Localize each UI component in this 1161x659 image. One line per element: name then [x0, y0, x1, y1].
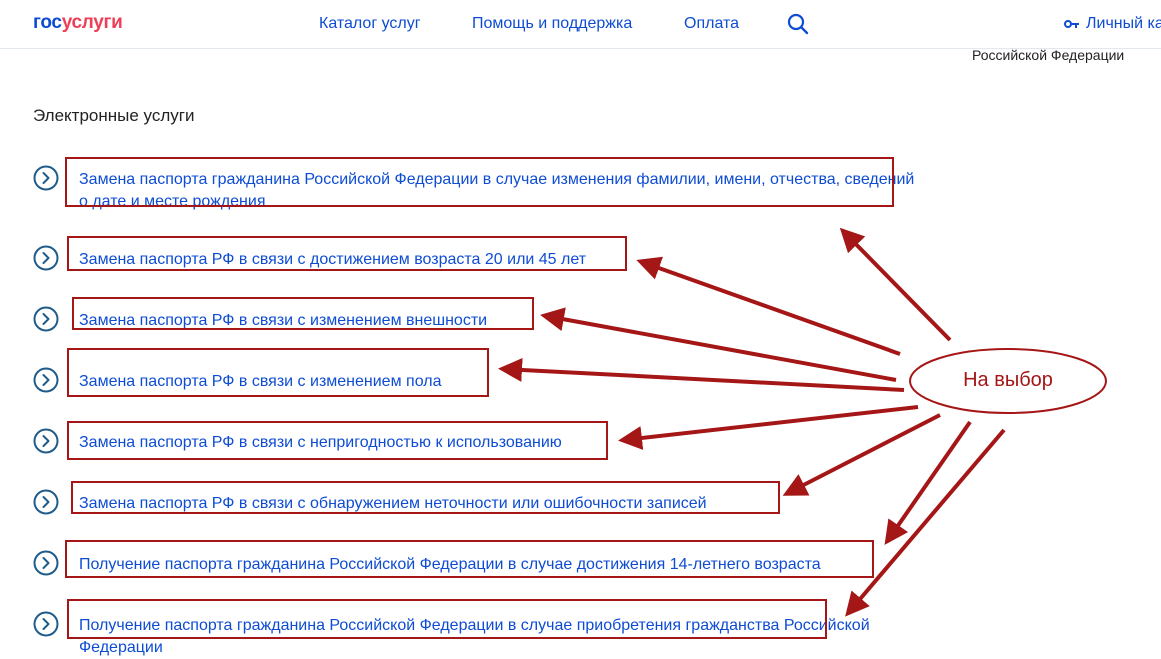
login-link[interactable]: Личный кабинет: [1064, 15, 1161, 35]
search-button[interactable]: [786, 12, 810, 36]
annotation-box: [67, 599, 827, 639]
chevron-right-circle-icon: [33, 611, 59, 637]
search-icon: [787, 13, 809, 35]
nav-catalog-link[interactable]: Каталог услуг: [319, 15, 421, 33]
nav-help-link[interactable]: Помощь и поддержка: [472, 15, 632, 33]
section-title: Электронные услуги: [33, 106, 195, 125]
breadcrumb: Российской Федерации: [972, 47, 1125, 63]
logo-part-gos: гос: [33, 12, 62, 33]
annotation-box: [65, 540, 874, 578]
chevron-right-circle-icon: [33, 245, 59, 271]
chevron-right-circle-icon: [33, 367, 59, 393]
login-label: Личный кабинет: [1086, 15, 1161, 32]
chevron-right-circle-icon: [33, 550, 59, 576]
chevron-right-circle-icon: [33, 428, 59, 454]
annotation-label: На выбор: [963, 369, 1053, 391]
chevron-right-circle-icon: [33, 489, 59, 515]
nav-payment-link[interactable]: Оплата: [684, 15, 739, 33]
annotation-box: [67, 421, 608, 460]
logo-part-uslugi: услуги: [61, 12, 123, 33]
gosuslugi-logo[interactable]: госуслуги: [33, 12, 123, 34]
annotation-box: [72, 297, 534, 330]
key-icon: [1064, 17, 1080, 35]
site-header: госуслуги Каталог услуг Помощь и поддерж…: [0, 0, 1161, 49]
annotation-box: [65, 157, 894, 207]
chevron-right-circle-icon: [33, 165, 59, 191]
chevron-right-circle-icon: [33, 306, 59, 332]
annotation-box: [67, 236, 627, 271]
annotation-box: [67, 348, 489, 397]
annotation-box: [71, 481, 780, 514]
